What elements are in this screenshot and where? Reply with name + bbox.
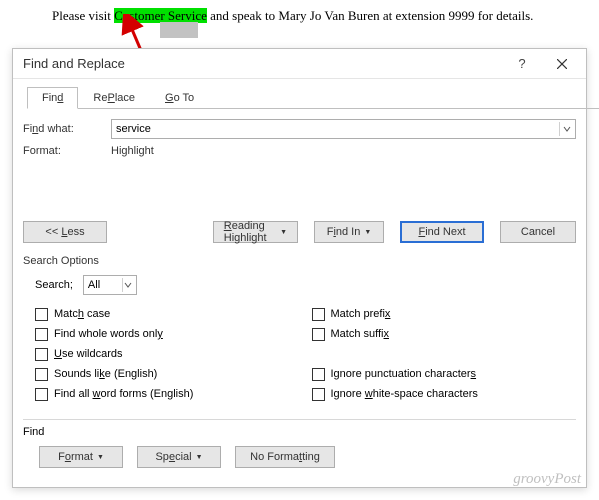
no-formatting-button[interactable]: No Formatting bbox=[235, 446, 335, 468]
checkbox-box bbox=[35, 388, 48, 401]
checkbox-sounds-like[interactable]: Sounds like (English) bbox=[35, 365, 300, 383]
checkbox-match-prefix[interactable]: Match prefix bbox=[312, 305, 577, 323]
find-in-button[interactable]: Find In▼ bbox=[314, 221, 384, 243]
checkbox-box bbox=[312, 308, 325, 321]
close-button[interactable] bbox=[542, 50, 582, 78]
tab-find[interactable]: Find bbox=[27, 87, 78, 109]
watermark: groovyPost bbox=[513, 471, 581, 488]
less-button[interactable]: << Less bbox=[23, 221, 107, 243]
format-label: Format: bbox=[23, 145, 111, 157]
dialog-title: Find and Replace bbox=[23, 56, 125, 71]
find-what-value: service bbox=[116, 123, 151, 135]
checkbox-label: Match suffix bbox=[331, 328, 390, 340]
tab-strip: Find RePlace Go To bbox=[27, 87, 576, 109]
divider bbox=[23, 419, 576, 420]
checkbox-word-forms[interactable]: Find all word forms (English) bbox=[35, 385, 300, 403]
doc-highlighted-text: Customer Service bbox=[114, 8, 207, 23]
search-direction-select[interactable]: All bbox=[83, 275, 137, 295]
search-direction-value: All bbox=[88, 279, 100, 291]
chevron-down-icon: ▼ bbox=[97, 454, 104, 461]
checkbox-label: Sounds like (English) bbox=[54, 368, 157, 380]
chevron-down-icon: ▼ bbox=[364, 229, 371, 236]
checkbox-box bbox=[312, 388, 325, 401]
checkbox-whole-words[interactable]: Find whole words only bbox=[35, 325, 300, 343]
checkbox-label: Ignore punctuation characters bbox=[331, 368, 477, 380]
search-options-legend: Search Options bbox=[23, 255, 576, 267]
chevron-down-icon[interactable] bbox=[559, 122, 573, 136]
checkbox-use-wildcards[interactable]: Use wildcards bbox=[35, 345, 300, 363]
chevron-down-icon: ▼ bbox=[280, 229, 287, 236]
checkbox-match-case[interactable]: Match case bbox=[35, 305, 300, 323]
chevron-down-icon bbox=[122, 278, 134, 292]
tab-goto[interactable]: Go To bbox=[150, 87, 209, 109]
close-icon bbox=[557, 59, 567, 69]
selection-handle bbox=[160, 22, 198, 38]
checkbox-box bbox=[35, 308, 48, 321]
checkbox-box bbox=[35, 348, 48, 361]
find-replace-dialog: Find and Replace ? Find RePlace Go To Fi… bbox=[12, 48, 587, 488]
find-what-label: Find what: bbox=[23, 123, 111, 135]
checkbox-box bbox=[312, 368, 325, 381]
checkbox-box bbox=[312, 328, 325, 341]
checkbox-label: Find all word forms (English) bbox=[54, 388, 193, 400]
format-value: Highlight bbox=[111, 145, 154, 157]
checkbox-label: Use wildcards bbox=[54, 348, 122, 360]
doc-text-after: and speak to Mary Jo Van Buren at extens… bbox=[207, 8, 534, 23]
search-direction-label: Search; bbox=[35, 279, 73, 291]
checkbox-label: Match prefix bbox=[331, 308, 391, 320]
tab-replace[interactable]: RePlace bbox=[78, 87, 150, 109]
checkbox-label: Ignore white-space characters bbox=[331, 388, 478, 400]
find-section-label: Find bbox=[23, 426, 576, 438]
checkbox-box bbox=[35, 328, 48, 341]
find-next-button[interactable]: Find Next bbox=[400, 221, 484, 243]
cancel-button[interactable]: Cancel bbox=[500, 221, 576, 243]
checkbox-ignore-whitespace[interactable]: Ignore white-space characters bbox=[312, 385, 577, 403]
dialog-titlebar: Find and Replace ? bbox=[13, 49, 586, 79]
reading-highlight-button[interactable]: Reading Highlight▼ bbox=[213, 221, 298, 243]
find-what-input[interactable]: service bbox=[111, 119, 576, 139]
help-button[interactable]: ? bbox=[502, 50, 542, 78]
document-line: Please visit Customer Service and speak … bbox=[52, 8, 533, 24]
checkbox-label: Find whole words only bbox=[54, 328, 163, 340]
checkbox-box bbox=[35, 368, 48, 381]
chevron-down-icon: ▼ bbox=[196, 454, 203, 461]
checkbox-label: Match case bbox=[54, 308, 110, 320]
checkbox-ignore-punctuation[interactable]: Ignore punctuation characters bbox=[312, 365, 577, 383]
checkbox-match-suffix[interactable]: Match suffix bbox=[312, 325, 577, 343]
format-button[interactable]: Format▼ bbox=[39, 446, 123, 468]
special-button[interactable]: Special▼ bbox=[137, 446, 221, 468]
doc-text-before: Please visit bbox=[52, 8, 114, 23]
